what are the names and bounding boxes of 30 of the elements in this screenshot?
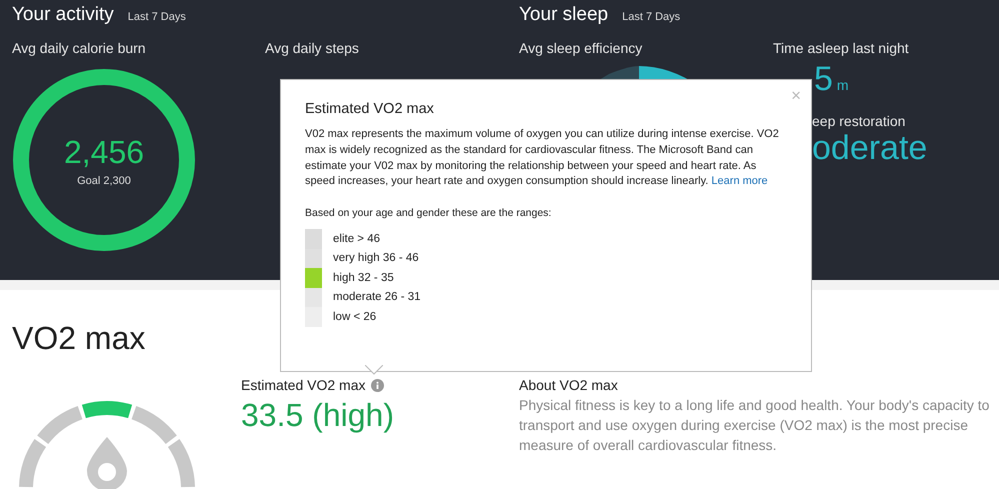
range-label: low < 26 <box>333 310 376 323</box>
metric-label: eep restoration <box>812 113 906 129</box>
unit-label: m <box>836 77 849 93</box>
estimate-label: Estimated VO2 max <box>241 377 366 393</box>
about-title: About VO2 max <box>519 377 618 393</box>
goal-label: Goal 2,300 <box>77 175 131 187</box>
calorie-value: 2,456 <box>64 134 144 171</box>
metric-label: Time asleep last night <box>773 40 909 56</box>
restoration-value: oderate <box>812 129 928 168</box>
minutes-value: 5 <box>814 60 833 99</box>
drop-icon <box>87 437 127 489</box>
about-text: Physical fitness is key to a long life and good health. Your body's capacity to transport and use oxygen during exercise (VO2 max) is the most precise measure of overall cardiovascular fitness. <box>519 396 990 455</box>
info-icon[interactable] <box>370 378 384 392</box>
range-label: elite > 46 <box>333 232 380 245</box>
metric-label: Avg daily steps <box>265 40 359 56</box>
estimate-value: 33.5 (high) <box>241 397 394 434</box>
learn-more-link[interactable]: Learn more <box>711 175 768 188</box>
ranges-intro: Based on your age and gender these are the ranges: <box>305 207 552 220</box>
range-label: moderate 26 - 31 <box>333 291 421 304</box>
metric-label: Avg daily calorie burn <box>12 40 146 56</box>
metric-label: Avg sleep efficiency <box>519 40 642 56</box>
period-label: Last 7 Days <box>128 11 186 23</box>
section-title: Your sleep <box>519 4 608 26</box>
popup-title: Estimated VO2 max <box>305 101 434 117</box>
range-label: very high 36 - 46 <box>333 252 419 264</box>
section-title: Your activity <box>12 4 114 26</box>
popup-text: V02 max represents the maximum volume of oxygen you can utilize during intense exercise. VO2 max is widely recognized as the standard for cardiovascular fitness. The Microsoft Band can estimate your V02 max by monitoring the relationship between your speed and heart rate. As speed increases, your heart rate and oxygen consumption should increase linearly. Learn more <box>305 127 780 190</box>
period-label: Last 7 Days <box>622 11 680 23</box>
range-label: high 32 - 35 <box>333 272 394 284</box>
section-title: VO2 max <box>12 320 146 357</box>
